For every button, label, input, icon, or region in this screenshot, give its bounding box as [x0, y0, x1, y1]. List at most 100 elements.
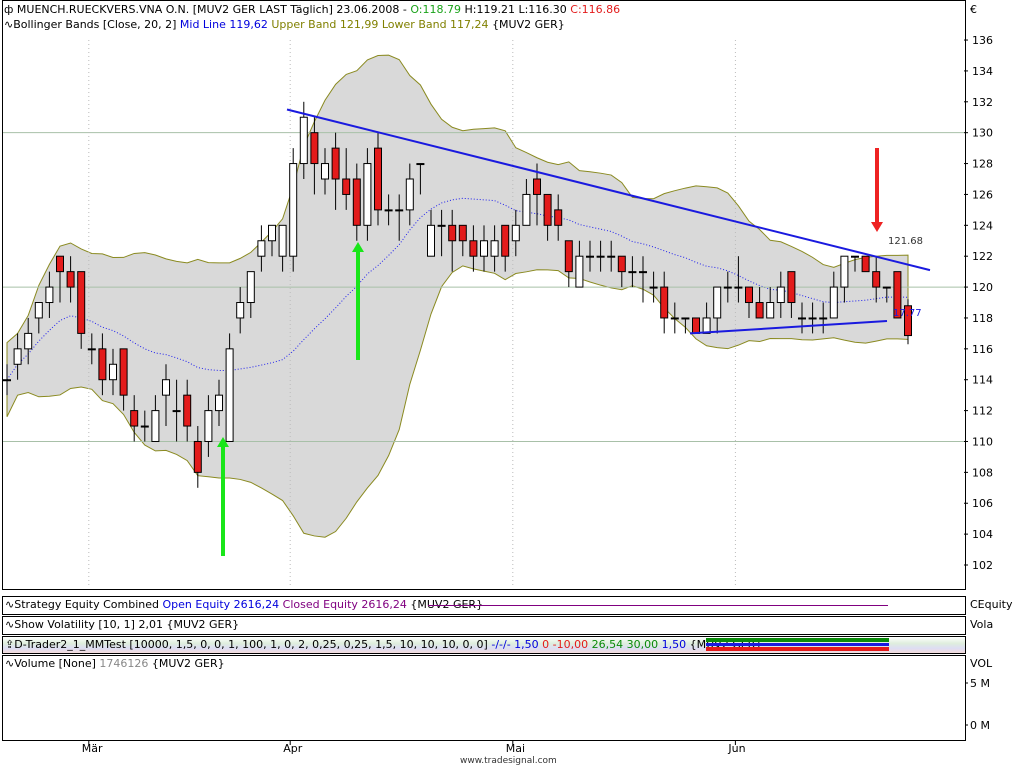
candle-up	[3, 379, 11, 382]
dtrader-panel: ⇪D-Trader2_1_MMTest [10000, 1,5, 0, 0, 1…	[2, 636, 966, 654]
equity-axis-label: CEquity	[970, 598, 1013, 611]
sell-arrow-head	[871, 222, 883, 232]
volume-tick: 0 M	[970, 719, 990, 732]
y-tick-label: 128	[972, 158, 993, 171]
candle-down	[745, 286, 753, 304]
candle-up	[808, 317, 817, 320]
y-tick-label: 126	[972, 188, 993, 201]
candle-down	[692, 317, 700, 334]
y-tick-label: 114	[972, 374, 993, 387]
support-level-label: 17.77	[893, 308, 922, 319]
resistance-level-label: 121.68	[888, 236, 923, 247]
candle-up	[395, 209, 404, 212]
candle-down	[533, 178, 541, 195]
candle-up	[151, 410, 160, 442]
candle-up	[87, 348, 96, 351]
closed-equity: Closed Equity 2616,24	[282, 598, 407, 611]
volume-tick: 5 M	[970, 677, 990, 690]
footer-link[interactable]: www.tradesignal.com	[460, 756, 557, 766]
candle-down	[617, 255, 626, 273]
candle-down	[310, 132, 319, 165]
y-tick-label: 112	[972, 405, 993, 418]
candle-up	[607, 255, 616, 258]
candle-up	[766, 302, 775, 319]
month-label: Mai	[506, 742, 525, 755]
y-tick-label: 106	[972, 497, 993, 510]
candle-down	[787, 271, 796, 304]
indicator-icon: ∿	[5, 618, 15, 631]
candle-down	[98, 348, 107, 381]
candle-up	[289, 163, 298, 257]
month-label: Jun	[727, 742, 745, 755]
indicator-icon: ∿	[5, 598, 15, 611]
dtrader-value: 30,00	[626, 638, 659, 651]
candle-up	[670, 317, 679, 320]
candle-up	[363, 163, 372, 226]
candle-up	[13, 348, 22, 365]
dtrader-value: 0	[542, 638, 550, 651]
candle-up	[246, 271, 255, 304]
candle-up	[480, 240, 488, 257]
candle-up	[840, 255, 849, 288]
candle-up	[416, 163, 425, 166]
candle-down	[861, 255, 870, 273]
y-tick-label: 134	[972, 65, 993, 78]
candle-down	[130, 410, 139, 427]
candle-up	[702, 317, 711, 334]
candle-down	[342, 178, 351, 195]
y-tick-label: 104	[972, 528, 993, 541]
candle-up	[713, 286, 722, 319]
equity-label: Strategy Equity Combined	[14, 598, 160, 611]
candle-up	[776, 286, 785, 304]
candle-up	[34, 302, 43, 319]
candle-down	[448, 224, 457, 242]
y-tick-label: 136	[972, 34, 993, 47]
y-tick-label: 120	[972, 281, 993, 294]
y-tick-label: 122	[972, 250, 993, 263]
dtrader-value: 1,50	[514, 638, 539, 651]
open-equity: Open Equity 2616,24	[162, 598, 280, 611]
candle-up	[639, 271, 647, 274]
volume-label: Volume [None]	[14, 657, 96, 670]
candle-down	[56, 255, 64, 273]
candle-down	[374, 147, 382, 211]
candle-down	[77, 271, 86, 334]
volatility-axis-label: Vola	[970, 618, 994, 631]
candle-up	[24, 332, 33, 350]
candle-up	[204, 410, 213, 442]
candle-up	[162, 379, 170, 396]
candle-up	[819, 317, 828, 320]
candle-up	[236, 302, 245, 319]
volume-axis-label: VOL	[970, 657, 993, 670]
y-tick-label: 118	[972, 312, 993, 325]
candle-up	[384, 209, 393, 212]
candle-up	[278, 224, 287, 257]
candle-up	[172, 410, 181, 413]
candle-down	[331, 147, 340, 180]
volatility-label: Show Volatility [10, 1] 2,01 {MUV2 GER}	[14, 618, 240, 631]
bollinger-band	[6, 54, 909, 538]
candle-up	[851, 255, 859, 258]
equity-line	[428, 605, 888, 606]
candle-up	[437, 224, 446, 227]
dtrader-green-bar	[706, 638, 889, 642]
candle-down	[554, 209, 563, 226]
candle-up	[321, 163, 329, 180]
candle-down	[872, 271, 881, 288]
candle-up	[723, 286, 732, 289]
candle-up	[522, 193, 531, 226]
candle-down	[564, 240, 573, 273]
y-tick-label: 116	[972, 343, 993, 356]
volume-value: 1746126	[99, 657, 149, 670]
candle-up	[798, 317, 806, 320]
candle-up	[427, 224, 435, 257]
symbol-tag: {MUV2 GER}	[151, 657, 225, 670]
candle-up	[299, 116, 308, 165]
y-tick-label: 110	[972, 435, 993, 448]
candle-down	[458, 224, 467, 242]
candle-up	[681, 317, 690, 320]
candle-down	[119, 348, 128, 396]
y-tick-label: 108	[972, 466, 993, 479]
candle-up	[586, 255, 594, 258]
y-tick-label: 130	[972, 127, 993, 140]
